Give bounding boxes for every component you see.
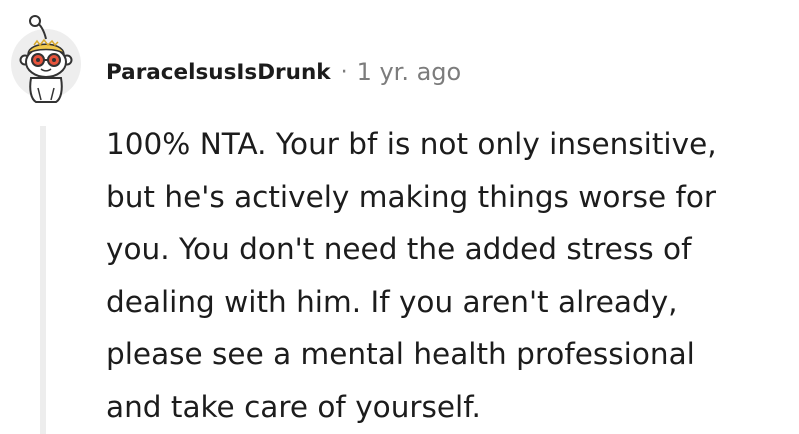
- comment-body-line: please see a mental health professional: [106, 337, 695, 371]
- comment-body-line: dealing with him. If you aren't already,: [106, 284, 678, 319]
- comment-body-line: but he's actively making things worse fo…: [106, 179, 717, 214]
- comment-body-line: and take care of yourself.: [106, 389, 481, 424]
- comment-body: 100% NTA. Your bf is not only insensitiv…: [106, 118, 796, 433]
- comment: ParacelsusIsDrunk · 1 yr. ago 100% NTA. …: [0, 0, 799, 434]
- comment-body-line: 100% NTA. Your bf is not only insensitiv…: [106, 127, 717, 161]
- comment-body-line: you. You don't need the added stress of: [106, 232, 692, 266]
- comment-meta: ParacelsusIsDrunk · 1 yr. ago: [106, 54, 461, 90]
- username-link[interactable]: ParacelsusIsDrunk: [106, 60, 331, 85]
- snoo-avatar-icon: [11, 15, 81, 103]
- timestamp-link[interactable]: 1 yr. ago: [357, 58, 462, 86]
- avatar[interactable]: [10, 8, 82, 108]
- collapse-thread-line[interactable]: [40, 126, 46, 434]
- meta-separator: ·: [340, 59, 348, 85]
